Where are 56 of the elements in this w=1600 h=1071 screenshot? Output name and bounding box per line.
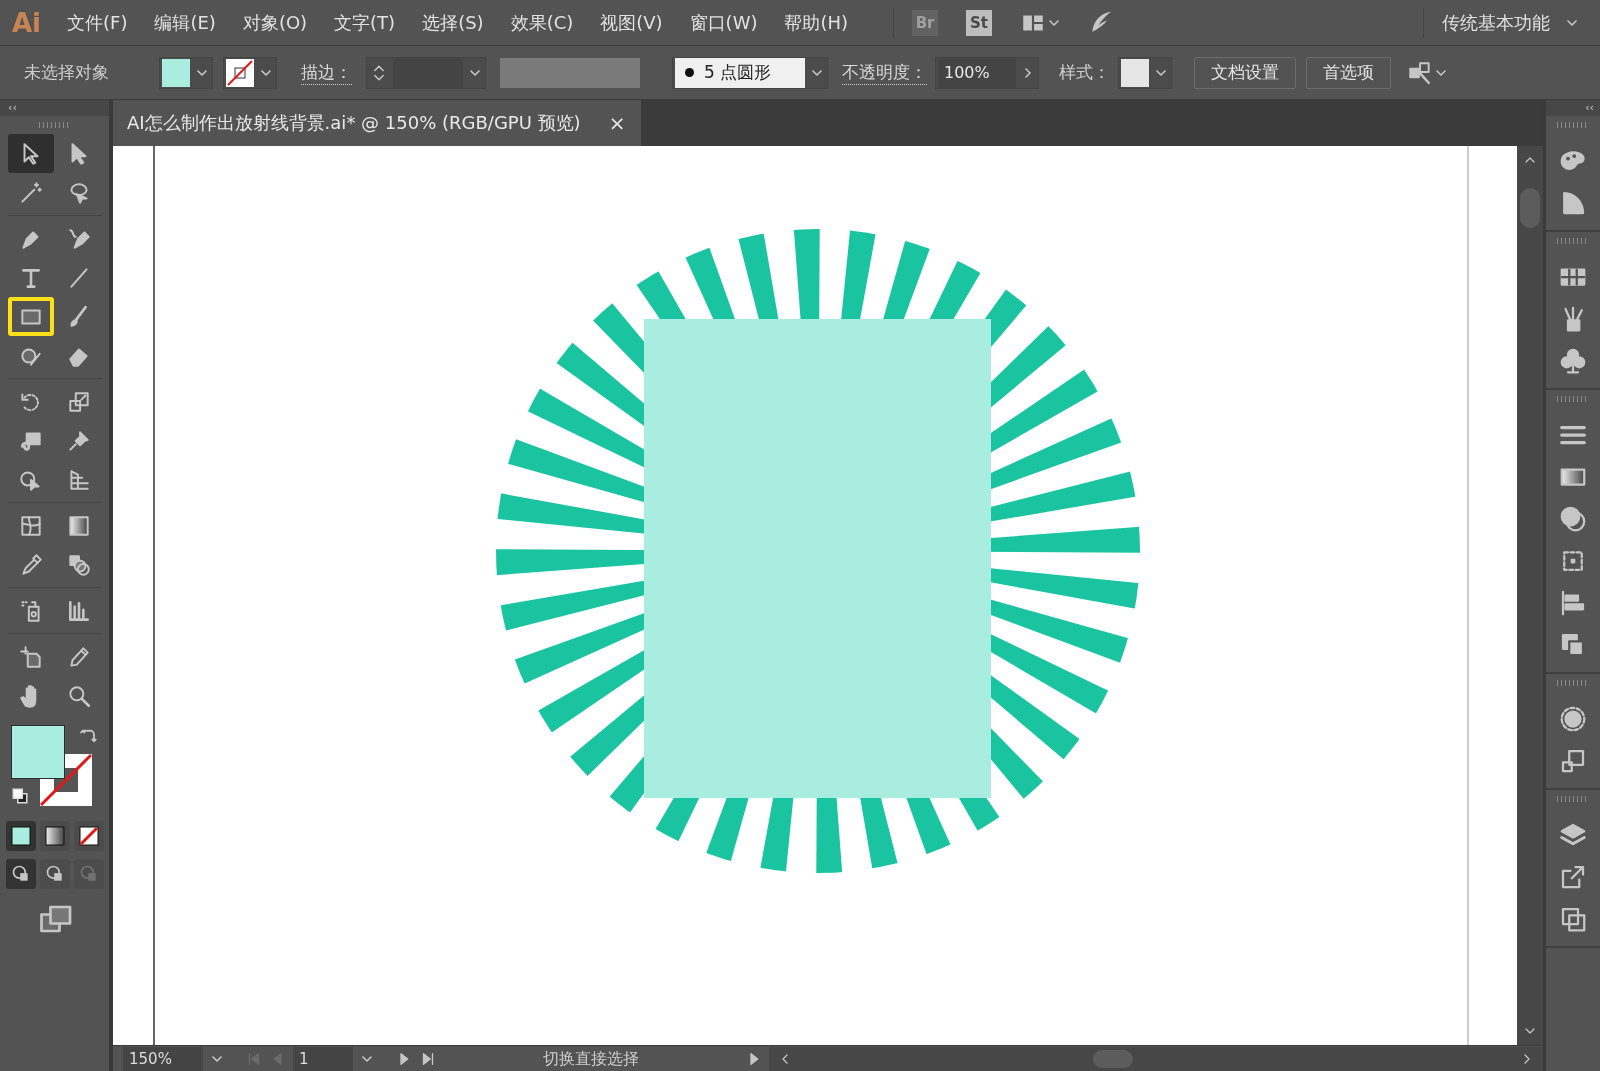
color-mode-button[interactable] [73, 821, 104, 851]
draw-mode-icon [78, 864, 99, 884]
toolbar-button[interactable]: 首选项 [1306, 56, 1391, 89]
menu-item[interactable]: 对象(O) [242, 10, 308, 35]
color-icon [10, 826, 31, 846]
zoom-field[interactable]: 150% [123, 1047, 203, 1071]
menu-item[interactable]: 文字(T) [334, 10, 396, 35]
draw-mode-icon [10, 864, 31, 884]
menu-item[interactable]: 帮助(H) [784, 10, 849, 35]
menu-item[interactable]: 编辑(E) [154, 10, 216, 35]
vertical-scrollbar[interactable] [1517, 146, 1543, 1045]
menu-item[interactable]: 效果(C) [510, 10, 574, 35]
default-colors-icon[interactable] [10, 787, 29, 805]
style-label: 样式： [1059, 61, 1110, 84]
stroke-label[interactable]: 描边： [301, 60, 352, 85]
artboard-icon[interactable] [17, 643, 44, 670]
page-field[interactable]: 1 [293, 1047, 353, 1071]
fill-swatch[interactable] [10, 725, 65, 779]
app-logo: Ai [12, 7, 42, 38]
collapse-button[interactable]: ‹‹ [1546, 100, 1600, 116]
horizontal-scrollbar[interactable] [769, 1047, 1543, 1071]
opacity-field[interactable]: 100% [935, 56, 1039, 89]
swap-icon[interactable] [78, 727, 97, 745]
dashed-circle-icon[interactable] [1558, 704, 1588, 734]
brush-dropdown[interactable]: 5 点圆形 [672, 56, 828, 89]
app-button[interactable]: St [966, 9, 993, 36]
menu-item[interactable]: 视图(V) [600, 10, 663, 35]
tool-button[interactable] [7, 297, 54, 336]
stroke-dropdown[interactable] [223, 56, 277, 89]
menu-item[interactable]: 文件(F) [67, 10, 128, 35]
none-icon [78, 826, 99, 846]
document-tab[interactable]: AI怎么制作出放射线背景.ai* @ 150% (RGB/GPU 预览) × [113, 100, 642, 146]
menu-item[interactable]: 窗口(W) [689, 10, 758, 35]
workspace-switcher[interactable]: 传统基本功能 [1442, 10, 1550, 35]
close-button[interactable]: × [604, 111, 630, 135]
arrange-icon[interactable] [1407, 59, 1433, 86]
status-text: 切换直接选择 [543, 1048, 639, 1070]
selection-status: 未选择对象 [24, 61, 109, 84]
draw-mode-icon [44, 864, 65, 884]
fill-dropdown[interactable] [159, 56, 213, 89]
dot-icon [685, 68, 694, 77]
tool-button[interactable] [7, 134, 54, 173]
document-title: AI怎么制作出放射线背景.ai* @ 150% (RGB/GPU 预览) [127, 111, 581, 135]
club-icon[interactable] [1558, 346, 1588, 376]
color-mode-button[interactable] [5, 821, 36, 851]
toolbar-button[interactable]: 文档设置 [1194, 56, 1296, 89]
draw-mode-button[interactable] [39, 859, 70, 889]
color-mode-button[interactable] [39, 821, 70, 851]
menu-item[interactable]: 选择(S) [422, 10, 484, 35]
draw-mode-button[interactable] [5, 859, 36, 889]
circles-icon[interactable] [1558, 504, 1588, 534]
opacity-label[interactable]: 不透明度： [842, 60, 927, 85]
style-dropdown[interactable] [1118, 56, 1172, 89]
gradient-icon [44, 826, 65, 846]
collapse-button[interactable]: ‹‹ [0, 100, 109, 116]
stroke-weight-field[interactable] [366, 56, 486, 89]
